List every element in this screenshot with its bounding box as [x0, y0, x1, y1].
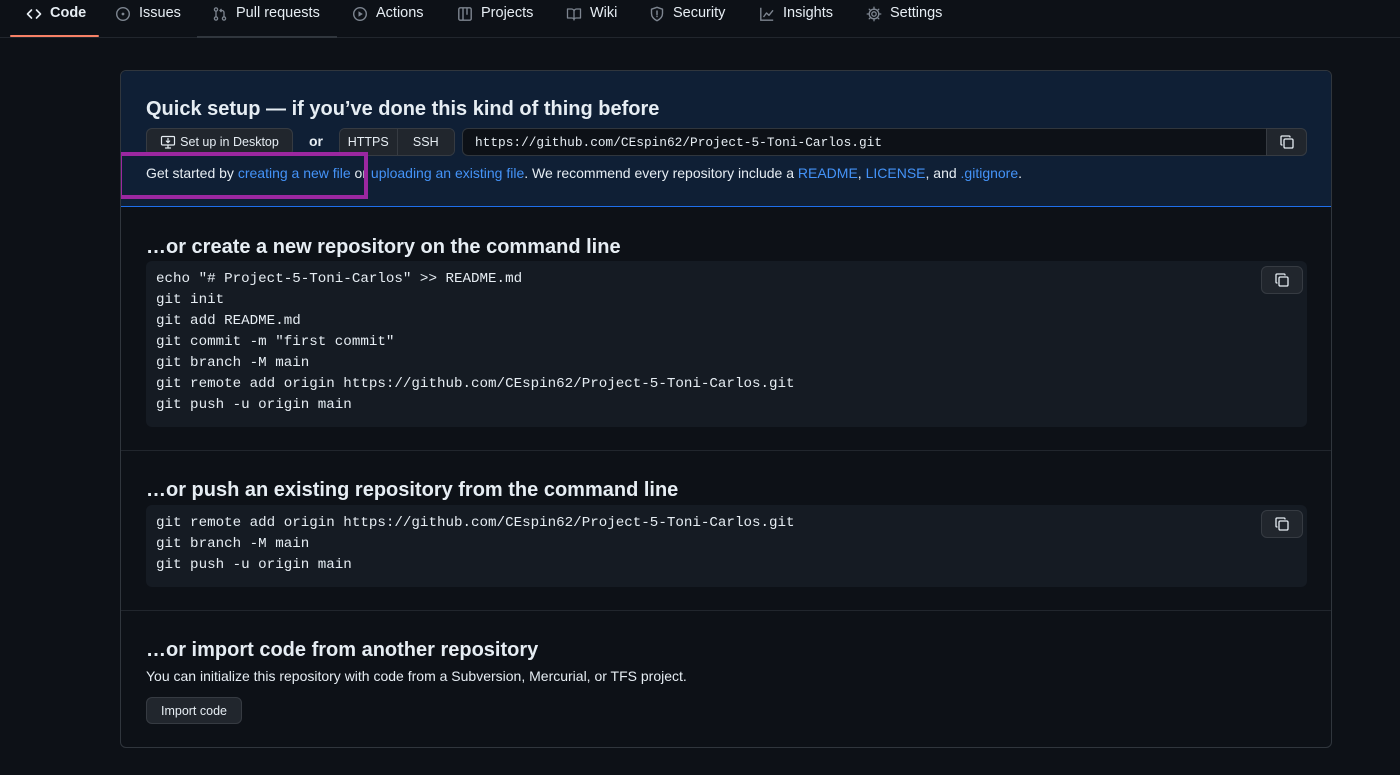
copy-push-commands-button[interactable] — [1261, 510, 1303, 538]
tab-label: Pull requests — [236, 5, 320, 21]
copy-icon — [1274, 516, 1290, 532]
get-started-period: . — [1018, 165, 1023, 181]
create-repo-title: …or create a new repository on the comma… — [146, 236, 621, 258]
tab-label: Code — [50, 5, 87, 21]
issue-icon — [115, 6, 131, 22]
ssh-button[interactable]: SSH — [397, 129, 454, 155]
code-line: git init — [156, 292, 225, 308]
code-line: git branch -M main — [156, 536, 310, 552]
tab-insights[interactable]: Insights — [759, 0, 833, 38]
tab-label: Issues — [139, 5, 181, 21]
tab-actions[interactable]: Actions — [352, 0, 424, 38]
push-repo-section: …or push an existing repository from the… — [121, 451, 1331, 611]
import-code-description: You can initialize this repository with … — [146, 668, 687, 684]
tab-pull-requests[interactable]: Pull requests — [212, 0, 320, 38]
code-line: git commit -m "first commit" — [156, 334, 395, 350]
tab-security[interactable]: Security — [649, 0, 725, 38]
tab-issues[interactable]: Issues — [115, 0, 181, 38]
desktop-download-icon — [160, 134, 176, 150]
code-icon — [26, 6, 42, 22]
code-line: git branch -M main — [156, 355, 310, 371]
get-started-comma: , — [857, 165, 866, 181]
get-started-and: , and — [925, 165, 961, 181]
annotation-highlight-box — [121, 152, 368, 199]
tab-code[interactable]: Code — [26, 0, 86, 38]
copy-create-commands-button[interactable] — [1261, 266, 1303, 294]
play-icon — [352, 6, 368, 22]
shield-icon — [649, 6, 665, 22]
tab-settings[interactable]: Settings — [866, 0, 942, 38]
code-line: git remote add origin https://github.com… — [156, 376, 795, 392]
tab-wiki[interactable]: Wiki — [566, 0, 617, 38]
tab-projects[interactable]: Projects — [457, 0, 533, 38]
tab-label: Security — [673, 5, 726, 21]
graph-icon — [759, 6, 775, 22]
tab-label: Actions — [376, 5, 424, 21]
clone-url-input[interactable] — [462, 128, 1267, 156]
create-repo-section: …or create a new repository on the comma… — [121, 208, 1331, 451]
readme-link[interactable]: README — [798, 165, 858, 181]
book-icon — [566, 6, 582, 22]
create-repo-code-block[interactable]: echo "# Project-5-Toni-Carlos" >> README… — [146, 261, 1307, 427]
or-label: or — [309, 133, 323, 149]
copy-icon — [1274, 272, 1290, 288]
repo-nav: Code Issues Pull requests Actions Projec… — [0, 0, 1400, 38]
desktop-button-label: Set up in Desktop — [180, 135, 279, 149]
import-code-title: …or import code from another repository — [146, 639, 539, 661]
code-line: echo "# Project-5-Toni-Carlos" >> README… — [156, 271, 523, 287]
get-started-recommend: . We recommend every repository include … — [524, 165, 798, 181]
uploading-existing-file-link[interactable]: uploading an existing file — [371, 165, 524, 181]
code-line: git add README.md — [156, 313, 301, 329]
quick-setup-section: Quick setup — if you’ve done this kind o… — [121, 71, 1331, 207]
import-code-button[interactable]: Import code — [146, 697, 242, 724]
tab-label: Wiki — [590, 5, 618, 21]
push-repo-code-block[interactable]: git remote add origin https://github.com… — [146, 505, 1307, 587]
selected-tab-indicator — [10, 35, 99, 37]
code-line: git remote add origin https://github.com… — [156, 515, 795, 531]
tab-label: Insights — [783, 5, 833, 21]
push-repo-title: …or push an existing repository from the… — [146, 479, 679, 501]
tab-hover-indicator — [197, 36, 337, 38]
quick-setup-box: Quick setup — if you’ve done this kind o… — [120, 70, 1332, 748]
gitignore-link[interactable]: .gitignore — [961, 165, 1019, 181]
tab-label: Projects — [481, 5, 534, 21]
copy-icon — [1279, 134, 1295, 150]
gear-icon — [866, 6, 882, 22]
quick-setup-title: Quick setup — if you’ve done this kind o… — [146, 98, 660, 120]
copy-url-button[interactable] — [1266, 128, 1307, 156]
table-icon — [457, 6, 473, 22]
pull-request-icon — [212, 6, 228, 22]
code-line: git push -u origin main — [156, 557, 352, 573]
code-line: git push -u origin main — [156, 397, 352, 413]
tab-label: Settings — [890, 5, 943, 21]
license-link[interactable]: LICENSE — [866, 165, 926, 181]
